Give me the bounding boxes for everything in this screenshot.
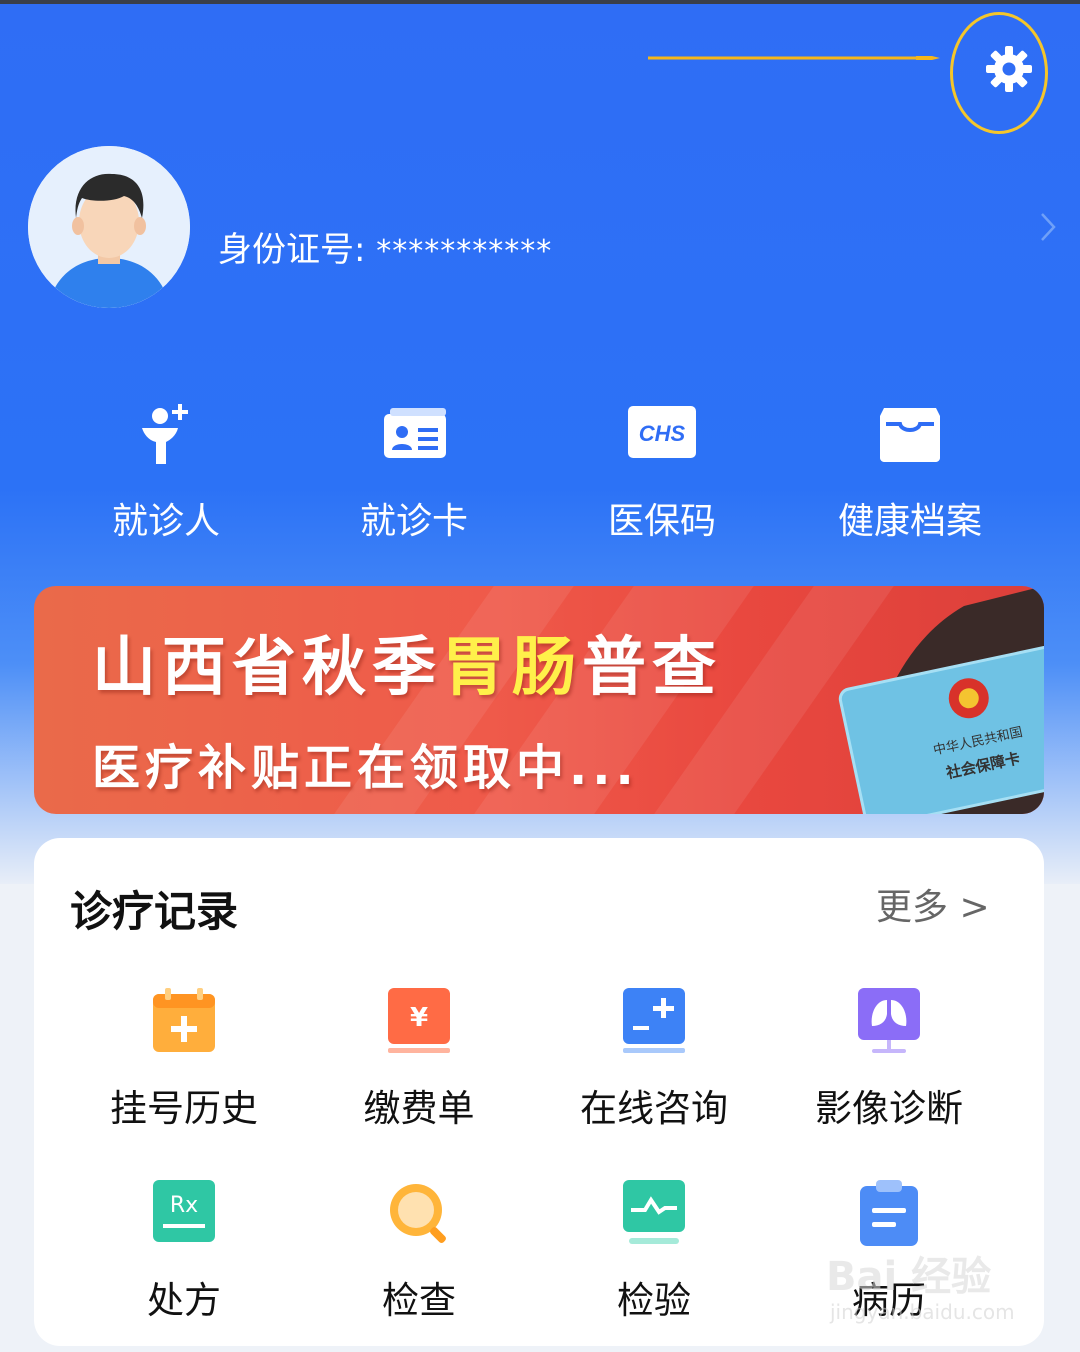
quick-action-patient[interactable]: 就诊人: [56, 398, 276, 544]
record-item-lab-test[interactable]: 检验: [539, 1178, 769, 1324]
avatar[interactable]: [28, 146, 190, 308]
id-number-row: 身份证号: ***********: [218, 222, 552, 271]
chs-icon: CHS: [628, 406, 696, 458]
record-item-prescription[interactable]: Rx 处方: [69, 1178, 299, 1324]
annotation-arrow: [648, 56, 940, 60]
record-item-label: 缴费单: [363, 1087, 475, 1130]
quick-action-label: 就诊卡: [359, 501, 468, 542]
record-item-registration-history[interactable]: 挂号历史: [69, 986, 299, 1132]
quick-action-insurance-code[interactable]: CHS 医保码: [552, 398, 772, 544]
quick-action-health-archive[interactable]: 健康档案: [800, 398, 1020, 544]
record-item-label: 检验: [617, 1279, 691, 1322]
lab-test-wave-icon: [623, 1180, 685, 1244]
record-item-online-consult[interactable]: 在线咨询: [539, 986, 769, 1132]
patient-add-icon: [142, 404, 188, 464]
chs-icon-text: CHS: [639, 421, 686, 446]
quick-action-label: 健康档案: [837, 501, 982, 542]
record-item-label: 挂号历史: [110, 1087, 258, 1130]
online-consult-icon: [623, 988, 685, 1053]
settings-button[interactable]: [950, 12, 1052, 138]
id-number-value: ***********: [376, 234, 553, 269]
social-security-card-image: 中华人民共和国 社会保障卡: [838, 586, 1044, 814]
archive-tray-icon: [880, 408, 940, 462]
user-avatar-icon: [28, 146, 190, 308]
banner-subline: 医疗补贴正在领取中...: [92, 740, 639, 796]
watermark: Bai 经验 jingyan.baidu.com: [826, 1236, 1026, 1332]
watermark-url: jingyan.baidu.com: [830, 1300, 1015, 1324]
search-check-icon: [390, 1184, 446, 1243]
promo-banner[interactable]: 山西省秋季胃肠普查 医疗补贴正在领取中... 中华人民共和国 社会保障卡: [34, 586, 1044, 814]
banner-headline: 山西省秋季胃肠普查: [92, 631, 722, 705]
section-title: 诊疗记录: [70, 887, 239, 936]
id-card-icon: [384, 408, 446, 458]
record-item-imaging[interactable]: 影像诊断: [774, 986, 1004, 1132]
banner-highlight: 胃肠: [442, 631, 582, 705]
prescription-rx-icon: Rx: [153, 1180, 215, 1242]
svg-text:¥: ¥: [410, 1003, 428, 1033]
record-item-label: 在线咨询: [580, 1087, 728, 1130]
payment-yuan-icon: ¥: [388, 988, 450, 1053]
imaging-lungs-icon: [858, 988, 920, 1053]
id-number-label: 身份证号:: [218, 230, 366, 270]
record-item-label: 检查: [382, 1279, 456, 1322]
watermark-brand: Bai 经验: [826, 1254, 992, 1300]
gear-icon: [986, 46, 1032, 92]
quick-action-label: 医保码: [607, 501, 716, 542]
quick-action-card[interactable]: 就诊卡: [304, 398, 524, 544]
record-item-payment[interactable]: ¥ 缴费单: [304, 986, 534, 1132]
more-link[interactable]: 更多 >: [876, 878, 990, 930]
record-item-label: 处方: [147, 1279, 221, 1322]
quick-action-label: 就诊人: [111, 501, 220, 542]
record-item-label: 影像诊断: [815, 1087, 963, 1130]
chevron-right-icon[interactable]: [1036, 210, 1060, 244]
svg-text:Rx: Rx: [170, 1193, 198, 1218]
record-item-examination[interactable]: 检查: [304, 1178, 534, 1324]
calendar-add-icon: [153, 988, 215, 1052]
